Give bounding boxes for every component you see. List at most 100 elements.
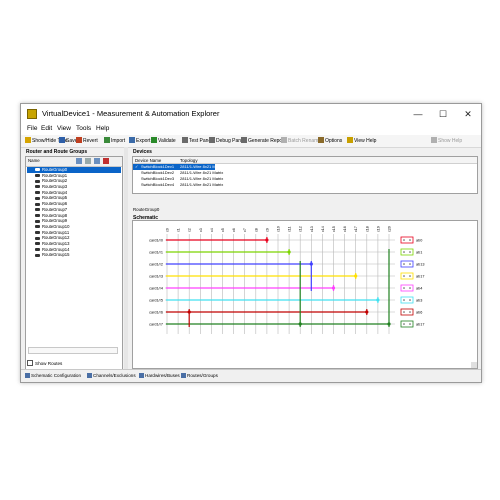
maximize-button[interactable]: ☐ bbox=[431, 107, 455, 121]
main-window: VirtualDevice1 - Measurement & Automatio… bbox=[20, 103, 482, 383]
route-group-label: RouteGroup0 bbox=[42, 167, 68, 172]
device-row[interactable]: SwitchBlock1Dev4 2811/1-Wire 8x21 Matrix bbox=[133, 182, 223, 188]
connector-pin bbox=[409, 251, 411, 253]
toolbar-label: Export bbox=[136, 138, 151, 144]
toolbar-rename-button[interactable]: Batch Rename bbox=[281, 137, 321, 144]
toolbar-save-button[interactable]: Save bbox=[59, 137, 77, 144]
connector-label: ab6 bbox=[416, 311, 422, 315]
crosspoint-node bbox=[287, 250, 291, 254]
tree-icon bbox=[25, 137, 31, 143]
crosspoint-node bbox=[187, 310, 191, 314]
connector-pin bbox=[409, 311, 411, 313]
panel-splitter[interactable] bbox=[124, 147, 128, 369]
show-routes-checkbox[interactable]: Show Routes bbox=[27, 360, 62, 366]
route-group-icon bbox=[35, 208, 40, 212]
toolbar-test-panel-button[interactable]: Test Panel bbox=[182, 137, 212, 144]
add-route-icon[interactable] bbox=[76, 158, 82, 164]
connector-box bbox=[400, 296, 414, 304]
column-label: c20 bbox=[388, 226, 392, 232]
connector-box bbox=[400, 236, 414, 244]
schematic-panel: c0 c1 c2 c3 c4 c5 c6 c7 c8 c9 c10 c11 c12 c13 c14 c15 c1… bbox=[132, 220, 478, 369]
toolbar-validate-button[interactable]: Validate bbox=[151, 137, 176, 144]
bottom-tab[interactable]: Routes/Groups bbox=[181, 373, 218, 378]
debug-panel-icon bbox=[209, 137, 215, 143]
column-label: c17 bbox=[354, 226, 358, 232]
minimize-button[interactable]: — bbox=[406, 107, 430, 121]
connector-box bbox=[400, 308, 414, 316]
toolbar-label: Validate bbox=[158, 138, 176, 144]
route-group-icon bbox=[35, 236, 40, 240]
menu-view[interactable]: View bbox=[57, 125, 71, 132]
route-group-icon bbox=[35, 191, 40, 195]
toolbar-label: Import bbox=[111, 138, 126, 144]
connector-box bbox=[400, 284, 414, 292]
connector-pin bbox=[403, 287, 405, 289]
menu-file[interactable]: File bbox=[27, 125, 37, 132]
column-label: c18 bbox=[365, 226, 369, 232]
route-group-label: RouteGroup2 bbox=[42, 178, 68, 184]
crosspoint-node bbox=[365, 310, 369, 314]
menu-bar: File Edit View Tools Help bbox=[21, 124, 481, 135]
route-group-label: RouteGroup9 bbox=[42, 218, 68, 224]
connector-pin bbox=[409, 239, 411, 241]
connector-label: ab13 bbox=[416, 263, 424, 267]
tab-icon bbox=[139, 373, 144, 378]
column-label: c8 bbox=[254, 228, 258, 232]
tab-icon bbox=[87, 373, 92, 378]
delete-icon[interactable] bbox=[103, 158, 109, 164]
devices-title: Devices bbox=[133, 149, 152, 155]
crosspoint-node bbox=[331, 286, 336, 290]
connector-pin bbox=[403, 299, 405, 301]
menu-edit[interactable]: Edit bbox=[41, 125, 52, 132]
toolbar-import-button[interactable]: Import bbox=[104, 137, 125, 144]
topology-header: Topology bbox=[180, 157, 198, 163]
route-group-label: RouteGroup3 bbox=[42, 184, 68, 190]
route-group-icon bbox=[35, 185, 40, 189]
connector-box bbox=[400, 248, 414, 256]
export-icon bbox=[129, 137, 135, 143]
horizontal-scrollbar[interactable] bbox=[28, 347, 118, 354]
test-panel-icon bbox=[182, 137, 188, 143]
bottom-tab[interactable]: Channels/Exclusions bbox=[87, 373, 136, 378]
toolbar-label: View Help bbox=[354, 138, 377, 144]
toolbar-options-button[interactable]: Options bbox=[318, 137, 342, 144]
column-label: c6 bbox=[232, 228, 236, 232]
menu-tools[interactable]: Tools bbox=[76, 125, 91, 132]
connector-box bbox=[400, 272, 414, 280]
connector-pin bbox=[409, 299, 411, 301]
device-topology: 2811/1-Wire 8x21 Matrix bbox=[180, 182, 224, 187]
column-label: c9 bbox=[265, 228, 269, 232]
column-label: c4 bbox=[210, 228, 214, 232]
toolbar-debug-panel-button[interactable]: Debug Panel bbox=[209, 137, 245, 144]
column-label: c0 bbox=[166, 228, 170, 232]
column-label: c1 bbox=[177, 228, 181, 232]
toolbar-revert-button[interactable]: Revert bbox=[76, 137, 98, 144]
toolbar-help-button[interactable]: View Help bbox=[347, 137, 376, 144]
toolbar: Show/Hide Tree Save Revert Import Export Vali… bbox=[21, 135, 481, 148]
column-label: c16 bbox=[343, 226, 347, 232]
connector-pin bbox=[403, 263, 405, 265]
copy-icon[interactable] bbox=[85, 158, 91, 164]
menu-help[interactable]: Help bbox=[96, 125, 109, 132]
toolbar-label: Batch Rename bbox=[288, 138, 322, 144]
toolbar-show-help-button[interactable]: Show Help bbox=[431, 137, 462, 144]
close-button[interactable]: ✕ bbox=[456, 107, 480, 121]
route-group-icon bbox=[35, 242, 40, 246]
checkbox-box[interactable] bbox=[27, 360, 33, 366]
schematic-matrix[interactable]: c0 c1 c2 c3 c4 c5 c6 c7 c8 c9 c10 c11 c12 c13 c14 c15 c1… bbox=[133, 221, 477, 368]
devices-table: Device Name Topology ✓ SwitchBlock1Dev1 28… bbox=[132, 156, 478, 194]
crosspoint-node bbox=[376, 298, 380, 302]
crosspoint-node bbox=[265, 238, 269, 242]
rename-icon bbox=[281, 137, 287, 143]
column-label: c3 bbox=[199, 228, 203, 232]
route-group-item[interactable]: RouteGroup15 bbox=[27, 252, 121, 258]
toolbar-report-button[interactable]: Generate Report bbox=[241, 137, 285, 144]
toolbar-export-button[interactable]: Export bbox=[129, 137, 150, 144]
options-icon bbox=[318, 137, 324, 143]
bottom-tab[interactable]: Schematic Configuration bbox=[25, 373, 81, 378]
bottom-tab[interactable]: Hardwires/Buses bbox=[139, 373, 180, 378]
group-icon[interactable] bbox=[94, 158, 100, 164]
revert-icon bbox=[76, 137, 82, 143]
device-name: SwitchBlock1Dev4 bbox=[141, 182, 175, 187]
import-icon bbox=[104, 137, 110, 143]
